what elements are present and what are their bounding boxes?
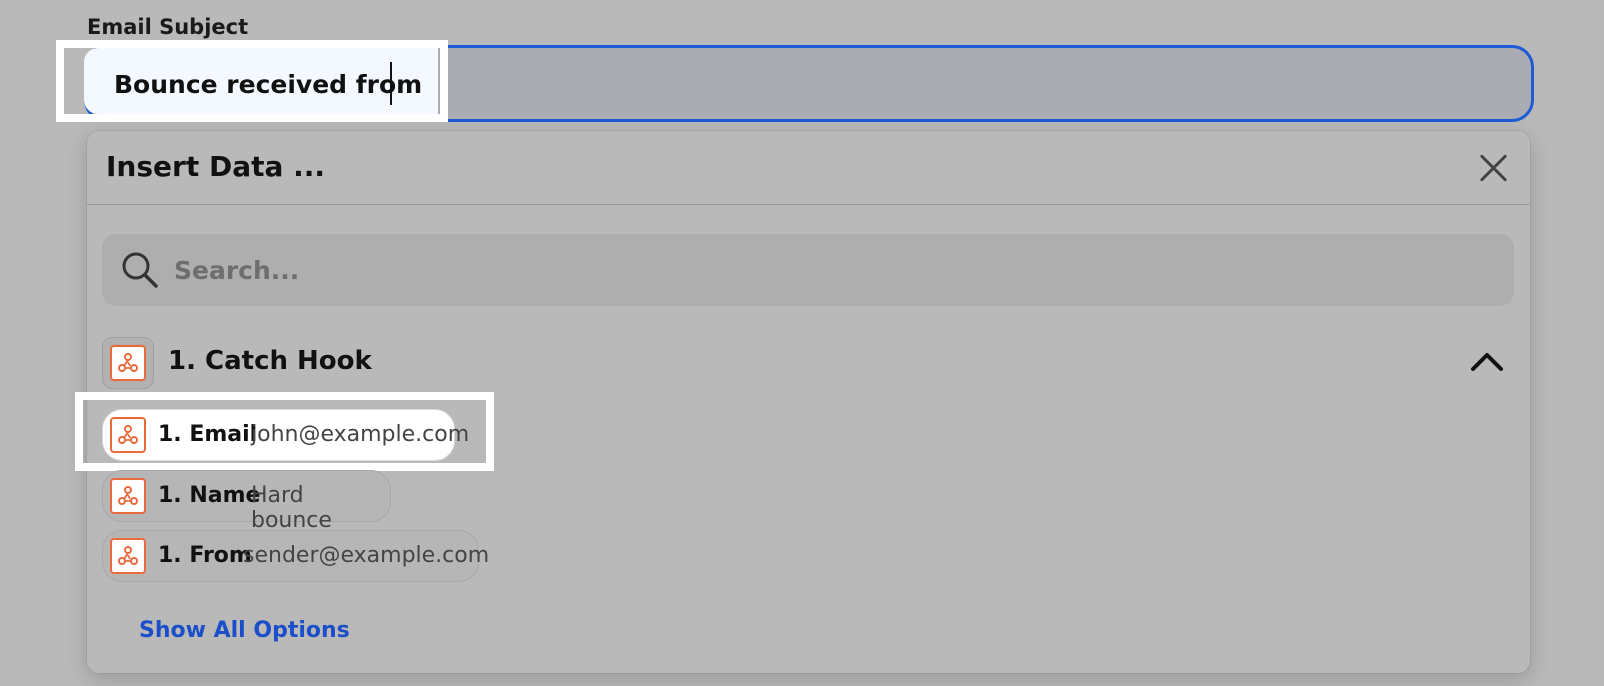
webhook-icon xyxy=(110,478,146,514)
search-icon xyxy=(122,252,158,288)
item-value: john@example.com xyxy=(251,422,470,447)
webhook-icon xyxy=(110,538,146,574)
data-item-name[interactable]: 1. Name Hard bounce xyxy=(102,470,391,533)
page: Email Subject Bounce received from Inser… xyxy=(0,0,1604,686)
search-input[interactable] xyxy=(174,252,1474,288)
item-key: 1. Name xyxy=(158,483,261,508)
item-key: 1. From xyxy=(158,543,252,568)
text-caret xyxy=(390,62,392,105)
webhook-icon xyxy=(110,417,146,453)
group-webhook-icon-wrapper xyxy=(102,337,154,389)
show-all-options-link[interactable]: Show All Options xyxy=(139,618,350,643)
item-value: sender@example.com xyxy=(243,543,490,568)
chevron-up-icon[interactable] xyxy=(1470,350,1504,372)
group-title[interactable]: 1. Catch Hook xyxy=(168,346,372,376)
panel-title: Insert Data ... xyxy=(106,150,326,183)
webhook-icon xyxy=(110,345,146,381)
email-subject-label: Email Subject xyxy=(87,15,249,39)
item-value: Hard bounce xyxy=(251,483,332,533)
data-item-email[interactable]: 1. Email john@example.com xyxy=(102,409,469,461)
data-item-from[interactable]: 1. From sender@example.com xyxy=(102,530,489,582)
email-subject-value[interactable]: Bounce received from xyxy=(114,70,422,99)
close-icon[interactable] xyxy=(1478,152,1510,184)
panel-divider xyxy=(87,204,1530,205)
item-key: 1. Email xyxy=(158,422,258,447)
